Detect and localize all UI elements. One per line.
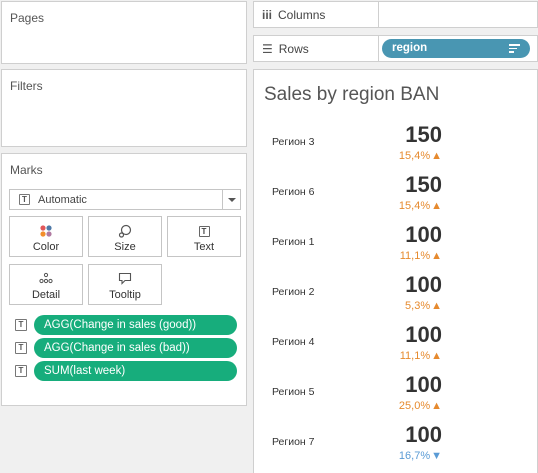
triangle-up-icon: ▲ <box>431 350 442 362</box>
ban-row[interactable]: Регион 5 100 25,0%▲ <box>254 372 537 422</box>
region-label: Регион 3 <box>272 136 315 148</box>
size-button-label: Size <box>114 241 136 253</box>
columns-label: Columns <box>278 7 326 22</box>
color-button[interactable]: Color <box>9 216 83 257</box>
change-value: 15,4% <box>398 200 431 212</box>
mark-field-row[interactable]: T AGG(Change in sales (bad)) <box>15 338 237 358</box>
triangle-up-icon: ▲ <box>431 200 442 212</box>
detail-dots-icon <box>10 265 82 285</box>
region-pill-label: region <box>392 42 428 54</box>
sales-value: 100 <box>405 272 442 297</box>
text-mark-icon: T <box>19 194 30 205</box>
tooltip-icon <box>89 265 161 285</box>
mark-field-row[interactable]: T SUM(last week) <box>15 361 237 381</box>
change-value: 11,1% <box>399 350 431 362</box>
text-mark-icon: T <box>15 319 27 331</box>
columns-icon: iii <box>262 7 273 22</box>
color-dots-icon <box>10 217 82 237</box>
size-button[interactable]: Size <box>88 216 162 257</box>
change-indicator: 25,0%▲ <box>374 400 442 412</box>
sort-descending-icon[interactable] <box>509 44 520 55</box>
field-pill[interactable]: AGG(Change in sales (good)) <box>34 315 237 335</box>
mark-type-value: Automatic <box>38 193 87 206</box>
sales-value: 100 <box>405 372 442 397</box>
filters-card[interactable]: Filters <box>1 69 247 147</box>
sales-value: 150 <box>405 172 442 197</box>
tooltip-button-label: Tooltip <box>109 289 141 301</box>
triangle-up-icon: ▲ <box>431 400 442 412</box>
change-indicator: 11,1%▲ <box>374 350 442 362</box>
mark-type-dropdown[interactable]: T Automatic <box>9 189 241 210</box>
triangle-up-icon: ▲ <box>431 150 442 162</box>
region-label: Регион 7 <box>272 436 315 448</box>
viz-canvas: Sales by region BAN Регион 3 150 15,4%▲ Рег… <box>253 69 538 473</box>
rows-shelf[interactable]: ☰ Rows region <box>253 35 538 62</box>
detail-button-label: Detail <box>31 289 61 301</box>
sales-value: 150 <box>405 122 442 147</box>
change-value: 5,3% <box>405 300 431 312</box>
change-indicator: 15,4%▲ <box>374 200 442 212</box>
region-label: Регион 1 <box>272 236 315 248</box>
ban-row[interactable]: Регион 4 100 11,1%▲ <box>254 322 537 372</box>
ban-row[interactable]: Регион 3 150 15,4%▲ <box>254 122 537 172</box>
region-pill[interactable]: region <box>382 39 530 58</box>
ban-row[interactable]: Регион 2 100 5,3%▲ <box>254 272 537 322</box>
color-button-label: Color <box>32 241 60 253</box>
columns-shelf[interactable]: iii Columns <box>253 1 538 28</box>
rows-icon: ☰ <box>262 41 273 56</box>
text-icon: T <box>168 217 240 237</box>
change-indicator: 16,7%▼ <box>374 450 442 462</box>
ban-row[interactable]: Регион 7 100 16,7%▼ <box>254 422 537 472</box>
text-button-label: Text <box>193 241 215 253</box>
triangle-up-icon: ▲ <box>431 300 442 312</box>
change-indicator: 15,4%▲ <box>374 150 442 162</box>
region-label: Регион 2 <box>272 286 315 298</box>
region-label: Регион 5 <box>272 386 315 398</box>
triangle-down-icon: ▼ <box>431 450 442 462</box>
triangle-up-icon: ▲ <box>431 250 442 262</box>
marks-card: Marks T Automatic Color Size T Text Deta… <box>1 153 247 406</box>
pages-title: Pages <box>10 11 45 25</box>
filters-title: Filters <box>10 79 43 93</box>
change-value: 15,4% <box>398 150 431 162</box>
mark-field-row[interactable]: T AGG(Change in sales (good)) <box>15 315 237 335</box>
pages-card[interactable]: Pages <box>1 1 247 64</box>
region-label: Регион 4 <box>272 336 315 348</box>
sales-value: 100 <box>405 222 442 247</box>
text-mark-icon: T <box>15 365 27 377</box>
text-button[interactable]: T Text <box>167 216 241 257</box>
viz-title: Sales by region BAN <box>264 84 440 105</box>
chevron-down-icon[interactable] <box>222 190 240 209</box>
change-indicator: 11,1%▲ <box>374 250 442 262</box>
change-indicator: 5,3%▲ <box>374 300 442 312</box>
change-value: 25,0% <box>398 400 431 412</box>
ban-row[interactable]: Регион 1 100 11,1%▲ <box>254 222 537 272</box>
marks-title: Marks <box>10 163 43 177</box>
rows-shelf-label: ☰ Rows <box>254 36 379 61</box>
field-pill[interactable]: SUM(last week) <box>34 361 237 381</box>
field-pill[interactable]: AGG(Change in sales (bad)) <box>34 338 237 358</box>
tooltip-button[interactable]: Tooltip <box>88 264 162 305</box>
detail-button[interactable]: Detail <box>9 264 83 305</box>
text-mark-icon: T <box>15 342 27 354</box>
ban-row[interactable]: Регион 6 150 15,4%▲ <box>254 172 537 222</box>
change-value: 11,1% <box>399 250 431 262</box>
size-icon <box>89 217 161 238</box>
region-label: Регион 6 <box>272 186 315 198</box>
sales-value: 100 <box>405 422 442 447</box>
sales-value: 100 <box>405 322 442 347</box>
rows-label: Rows <box>278 41 309 56</box>
columns-shelf-label: iii Columns <box>254 2 379 27</box>
change-value: 16,7% <box>398 450 431 462</box>
